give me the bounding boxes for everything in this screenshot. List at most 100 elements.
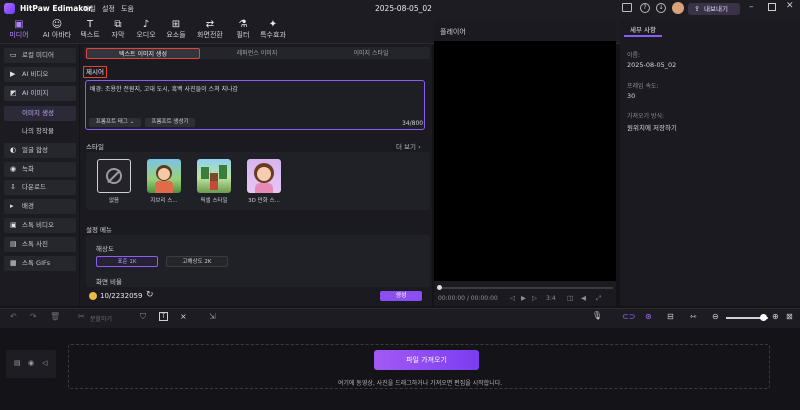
fullscreen-icon[interactable]: ⤢ [596, 294, 601, 303]
split-icon[interactable]: ✂ [78, 312, 85, 321]
sidebar-item-ai-video[interactable]: ▶ AI 비디오 [4, 67, 76, 82]
media-icon: ▣ [14, 19, 24, 30]
detail-value-name: 2025-08-05_02 [627, 61, 677, 69]
help-icon[interactable]: ? [640, 3, 650, 13]
sidebar-item-record[interactable]: ◉ 녹화 [4, 162, 76, 177]
tab-image-style[interactable]: 이미지 스타일 [314, 48, 428, 59]
track-mute-icon[interactable]: ◁ [42, 359, 47, 367]
prev-frame-icon[interactable]: ◁ [510, 294, 515, 302]
menu-settings[interactable]: 설정 [102, 4, 115, 14]
text-tool-icon[interactable]: T [159, 312, 168, 321]
export-button[interactable]: ⇪ 내보내기 [688, 3, 740, 15]
prompt-tag-button[interactable]: 프롬프트 태그 ⌄ [89, 118, 141, 127]
download-icon[interactable]: ↓ [656, 3, 666, 13]
toolbar-media[interactable]: ▣ 미디어 [4, 19, 34, 40]
menu-file[interactable]: 파일 [83, 4, 96, 14]
maximize-icon[interactable] [768, 3, 776, 11]
image-icon: ◩ [10, 89, 17, 97]
chevron-down-icon: ⌄ [129, 119, 135, 125]
style-ghibli-thumbnail[interactable] [147, 159, 181, 193]
generate-button[interactable]: 생성 [380, 291, 422, 301]
download-icon: ⇩ [10, 183, 16, 191]
sidebar-item-label: 이미지 생성 [22, 109, 54, 117]
prompt-generator-button[interactable]: 프롬프트 생성기 [145, 118, 195, 127]
sidebar-item-ai-image[interactable]: ◩ AI 이미지 [4, 86, 76, 101]
settings-label: 설정 메뉴 [86, 226, 112, 234]
player-viewport[interactable] [434, 41, 616, 281]
zoom-in-icon[interactable]: ⊕ [772, 312, 779, 321]
track-header: ▤ ◉ ◁ [6, 350, 56, 378]
undo-icon[interactable]: ↶ [10, 312, 17, 321]
snapshot-icon[interactable]: ◫ [567, 294, 573, 302]
style-none-option[interactable] [97, 159, 131, 193]
player-title: 플레이어 [440, 28, 466, 36]
volume-icon[interactable]: ◀ [581, 294, 586, 302]
sidebar-item-face-swap[interactable]: ◐ 얼굴 합성 [4, 143, 76, 158]
toolbar-ai-avatar[interactable]: ☺ AI 아바타 [40, 19, 74, 40]
toolbar-subtitle[interactable]: ⧉ 자막 [103, 19, 133, 40]
toolbar-filter[interactable]: ⚗ 필터 [228, 19, 258, 40]
sidebar-item-local-media[interactable]: ▭ 로컬 미디어 [4, 48, 76, 63]
resolution-label: 해상도 [96, 245, 114, 253]
toolbar-audio[interactable]: ♪ 오디오 [131, 19, 161, 40]
sidebar-item-stock-video[interactable]: ▣ 스톡 비디오 [4, 218, 76, 233]
sidebar-item-my-creations[interactable]: 나의 창작물 [4, 124, 76, 139]
zoom-out-icon[interactable]: ⊖ [712, 312, 719, 321]
app-logo-icon [4, 3, 15, 14]
progress-handle[interactable] [437, 285, 442, 290]
track-link-icon[interactable]: ⊟ [667, 312, 674, 321]
toolbar-transition[interactable]: ⇄ 화면전환 [193, 19, 227, 40]
toolbar-text[interactable]: T 텍스트 [75, 19, 105, 40]
play-icon[interactable]: ▶ [521, 294, 526, 302]
mark-icon[interactable]: ⛉ [140, 312, 146, 322]
refresh-icon[interactable]: ↻ [146, 290, 154, 300]
expand-icon[interactable]: ⊠ [786, 312, 793, 321]
zoom-slider[interactable] [726, 314, 768, 321]
resolution-1k-option[interactable]: 표준 1K [96, 256, 158, 267]
player-progress-bar[interactable] [437, 285, 613, 290]
next-frame-icon[interactable]: ▷ [532, 294, 537, 302]
delete-icon[interactable]: 🗑 [50, 312, 60, 321]
player-speed[interactable]: 3:4 [546, 295, 556, 302]
layout-icon[interactable] [622, 3, 632, 12]
style-3d-cartoon-thumbnail[interactable] [247, 159, 281, 193]
zoom-handle[interactable] [760, 314, 767, 321]
import-file-button[interactable]: 파일 가져오기 [374, 350, 479, 370]
link-icon[interactable]: ⊂⊃ [622, 312, 635, 321]
prompt-text[interactable]: 배경: 조용한 전원지, 고대 도시, 흑백 사진들이 스쳐 지나감 [90, 84, 420, 93]
sidebar-item-stock-gifs[interactable]: ▦ 스톡 GIFs [4, 256, 76, 271]
split-label[interactable]: 분할하기 [90, 314, 112, 323]
sidebar-item-download[interactable]: ⇩ 다운로드 [4, 180, 76, 195]
toolbar-label: AI 아바타 [42, 31, 72, 39]
toolbar-effects[interactable]: ✦ 특수효과 [257, 19, 289, 40]
more-styles-link[interactable]: 더 보기 › [396, 141, 421, 151]
detail-value-framerate: 30 [627, 92, 636, 100]
toolbar-elements[interactable]: ⊞ 요소들 [161, 19, 191, 40]
menu-help[interactable]: 도움 [121, 4, 134, 14]
toolbar-label: 화면전환 [197, 31, 223, 39]
redo-icon[interactable]: ↷ [30, 312, 37, 321]
fit-icon[interactable]: ⇿ [690, 312, 697, 321]
sidebar-item-stock-photo[interactable]: ▤ 스톡 사진 [4, 237, 76, 252]
close-icon[interactable]: ✕ [786, 1, 794, 11]
sidebar-item-label: 스톡 GIFs [22, 259, 51, 267]
tab-reference-image[interactable]: 레퍼런스 이미지 [200, 48, 314, 59]
track-video-icon[interactable]: ▤ [14, 359, 21, 367]
sidebar-item-image-generate[interactable]: 이미지 생성 [4, 106, 76, 121]
style-3d-cartoon-label: 3D 만화 스... [248, 198, 280, 204]
sidebar-item-label: AI 이미지 [22, 89, 49, 97]
magnet-icon[interactable]: ⊛ [645, 312, 652, 321]
mic-icon[interactable]: 🎙 [592, 311, 602, 320]
minimize-icon[interactable]: – [749, 2, 754, 12]
track-visible-icon[interactable]: ◉ [28, 359, 34, 367]
credits-count: 10/2232059 [100, 292, 143, 300]
crop-icon[interactable]: ⨯ [180, 312, 187, 321]
sidebar-item-background[interactable]: ▸ 배경 [4, 199, 76, 214]
resolution-2k-option[interactable]: 고해상도 2K [166, 256, 228, 267]
tab-text-to-image[interactable]: 텍스트 이미지 생성 [86, 48, 200, 59]
export-clip-icon[interactable]: ⇲ [209, 312, 216, 321]
tab-details[interactable]: 세부 사항 [624, 23, 662, 37]
avatar[interactable] [672, 2, 684, 14]
style-pixel-thumbnail[interactable] [197, 159, 231, 193]
export-icon: ⇪ [694, 5, 700, 13]
